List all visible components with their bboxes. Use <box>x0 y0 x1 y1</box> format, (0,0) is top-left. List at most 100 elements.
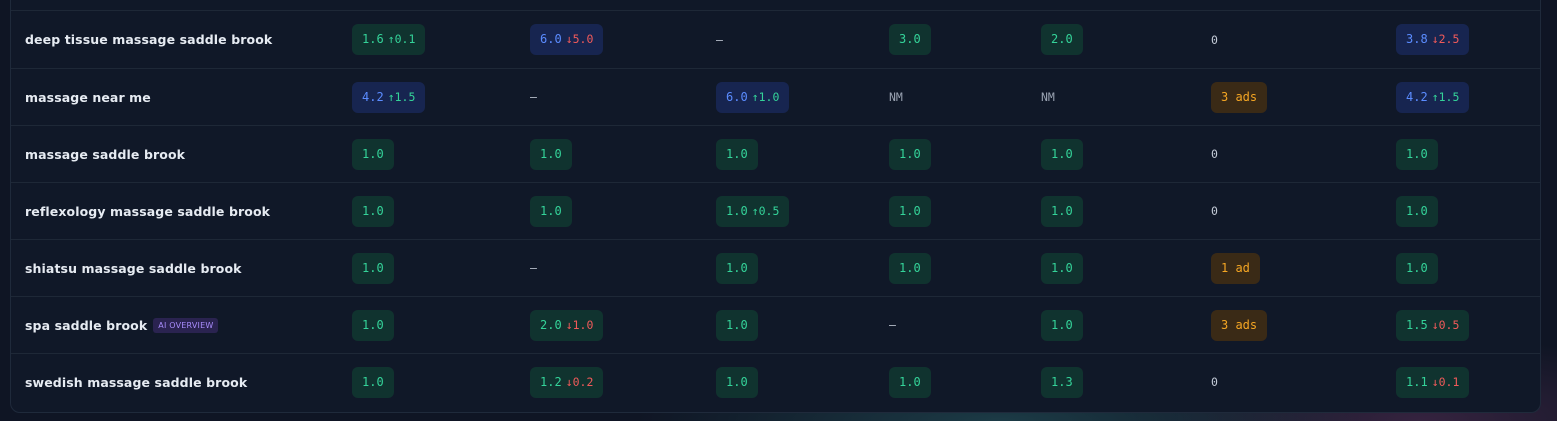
rank-badge[interactable]: 2.0 <box>1041 24 1083 55</box>
rank-delta-down: ↓5.0 <box>565 32 594 46</box>
rank-value: 6.0 <box>540 32 562 46</box>
rank-badge[interactable]: 4.2 ↑1.5 <box>352 81 426 113</box>
rank-badge[interactable]: 1.0 <box>1396 195 1438 227</box>
rank-cell: 1.3 <box>1041 354 1083 410</box>
rank-value: 1.0 <box>1051 146 1073 161</box>
rank-delta-up: ↑1.0 <box>751 89 780 104</box>
rank-value: 3 ads <box>1221 89 1258 104</box>
rank-value: 1.0 <box>362 146 384 161</box>
rank-value: 1.0 <box>362 317 384 332</box>
rank-cell: 1.0 <box>352 354 394 410</box>
rank-badge[interactable]: 1.3 <box>1041 366 1083 398</box>
rank-cell: 1.0 <box>352 240 394 296</box>
rank-cell: 1.0 <box>1041 297 1083 353</box>
keyword-cell: reflexology massage saddle brook <box>25 183 270 239</box>
table-row[interactable]: massage saddle brook 1.0 1.0 1.0 1.0 1.0 0 1.0 <box>11 125 1540 182</box>
keyword-label: massage saddle brook <box>25 146 186 162</box>
rank-cell: – <box>716 11 723 68</box>
rank-cell: 1.0 <box>1396 126 1438 182</box>
rank-badge[interactable]: 2.0 ↓1.0 <box>530 309 604 341</box>
rank-cell: 6.0 ↓5.0 <box>530 11 604 68</box>
ai-overview-badge: AI OVERVIEW <box>153 317 219 333</box>
ads-badge[interactable]: 3 ads <box>1211 81 1268 113</box>
rank-cell: 1.0 <box>352 183 394 239</box>
rank-cell: 1.0 <box>352 126 394 182</box>
rank-badge[interactable]: 1.0 <box>352 195 394 227</box>
rank-cell: 1.0 <box>1041 183 1083 239</box>
rank-badge[interactable]: 1.0 <box>716 309 758 341</box>
ads-badge[interactable]: 1 ad <box>1211 252 1260 284</box>
table-row[interactable]: massage near me 4.2 ↑1.5–6.0 ↑1.0 NM NM 3 ads 4… <box>11 68 1540 125</box>
keyword-cell: deep tissue massage saddle brook <box>25 11 272 68</box>
rank-badge[interactable]: 6.0 ↑1.0 <box>716 81 790 113</box>
rank-badge[interactable]: 1.0 <box>530 195 572 227</box>
rank-badge[interactable]: 1.6 ↑0.1 <box>352 24 426 55</box>
rank-badge[interactable]: 1.0 <box>889 195 931 227</box>
rank-badge[interactable]: 6.0 ↓5.0 <box>530 24 604 55</box>
rank-cell: 1.0 <box>352 297 394 353</box>
rank-plain-value: NM <box>889 90 903 104</box>
table-row[interactable]: shiatsu massage saddle brook 1.0 – 1.0 1.0 1.… <box>11 239 1540 296</box>
rank-cell: – <box>889 297 896 353</box>
table-row[interactable]: deep tissue massage saddle brook 1.6 ↑0.1 6… <box>11 10 1540 68</box>
rank-plain-value: 0 <box>1211 204 1218 218</box>
keyword-cell: massage saddle brook <box>25 126 185 182</box>
rank-badge[interactable]: 1.0 <box>716 138 758 170</box>
rank-plain-value: – <box>716 32 723 47</box>
rank-badge[interactable]: 1.0 <box>716 366 758 398</box>
table-row[interactable]: swedish massage saddle brook 1.0 1.2 ↓0.2 1.… <box>11 353 1540 410</box>
rank-badge[interactable]: 1.0 ↑0.5 <box>716 195 790 227</box>
rank-cell: 3.8 ↓2.5 <box>1396 11 1470 68</box>
rank-value: 1.0 <box>540 146 562 161</box>
rank-badge[interactable]: 1.0 <box>1041 309 1083 341</box>
rank-cell: 2.0 ↓1.0 <box>530 297 604 353</box>
rank-badge[interactable]: 1.0 <box>1041 195 1083 227</box>
table-row[interactable]: spa saddle brook AI OVERVIEW 1.0 2.0 ↓1.0 1.0… <box>11 296 1540 353</box>
rank-badge[interactable]: 1.0 <box>352 138 394 170</box>
rank-cell: 1.5 ↓0.5 <box>1396 297 1470 353</box>
rank-cell: 1.0 <box>530 126 572 182</box>
rank-cell: 0 <box>1211 11 1218 68</box>
rank-badge[interactable]: 1.0 <box>1396 138 1438 170</box>
rank-cell: – <box>530 69 537 125</box>
rank-value: 3.8 <box>1406 32 1428 46</box>
rank-badge[interactable]: 1.0 <box>352 309 394 341</box>
rank-value: 1.1 <box>1406 374 1428 389</box>
rank-cell: 1.0 <box>1396 183 1438 239</box>
table-row[interactable]: reflexology massage saddle brook 1.0 1.0 1.… <box>11 182 1540 239</box>
rank-badge[interactable]: 1.0 <box>889 252 931 284</box>
ads-badge[interactable]: 3 ads <box>1211 309 1268 341</box>
rank-value: 1.0 <box>1406 203 1428 218</box>
rank-badge[interactable]: 1.0 <box>889 138 931 170</box>
rank-badge[interactable]: 3.8 ↓2.5 <box>1396 24 1470 55</box>
rank-badge[interactable]: 4.2 ↑1.5 <box>1396 81 1470 113</box>
rank-badge[interactable]: 1.0 <box>352 252 394 284</box>
rank-badge[interactable]: 1.0 <box>889 366 931 398</box>
rank-badge[interactable]: 1.1 ↓0.1 <box>1396 366 1470 398</box>
rank-value: 1.3 <box>1051 374 1073 389</box>
rank-value: 1.0 <box>899 146 921 161</box>
rank-badge[interactable]: 1.0 <box>1041 138 1083 170</box>
keyword-cell: massage near me <box>25 69 151 125</box>
keyword-label: massage near me <box>25 89 151 105</box>
rank-badge[interactable]: 1.5 ↓0.5 <box>1396 309 1470 341</box>
rank-delta-down: ↓0.2 <box>565 374 594 389</box>
rank-cell: 1.0 <box>889 240 931 296</box>
rank-plain-value: – <box>889 318 896 332</box>
rank-badge[interactable]: 1.0 <box>530 138 572 170</box>
rank-cell: 1 ad <box>1211 240 1260 296</box>
rank-value: 3.0 <box>899 32 921 46</box>
rank-badge[interactable]: 1.0 <box>352 366 394 398</box>
keyword-label: shiatsu massage saddle brook <box>25 260 242 276</box>
rank-cell: 1.0 <box>889 354 931 410</box>
rankings-table-panel: deep tissue massage saddle brook 1.6 ↑0.1 6… <box>10 0 1541 413</box>
rank-value: 2.0 <box>540 317 562 332</box>
rank-badge[interactable]: 3.0 <box>889 24 931 55</box>
rank-badge[interactable]: 1.0 <box>1041 252 1083 284</box>
rank-badge[interactable]: 1.2 ↓0.2 <box>530 366 604 398</box>
rank-badge[interactable]: 1.0 <box>716 252 758 284</box>
keyword-label: swedish massage saddle brook <box>25 374 248 390</box>
rank-cell: 3 ads <box>1211 297 1268 353</box>
rank-delta-up: ↑1.5 <box>1431 89 1460 104</box>
rank-badge[interactable]: 1.0 <box>1396 252 1438 284</box>
